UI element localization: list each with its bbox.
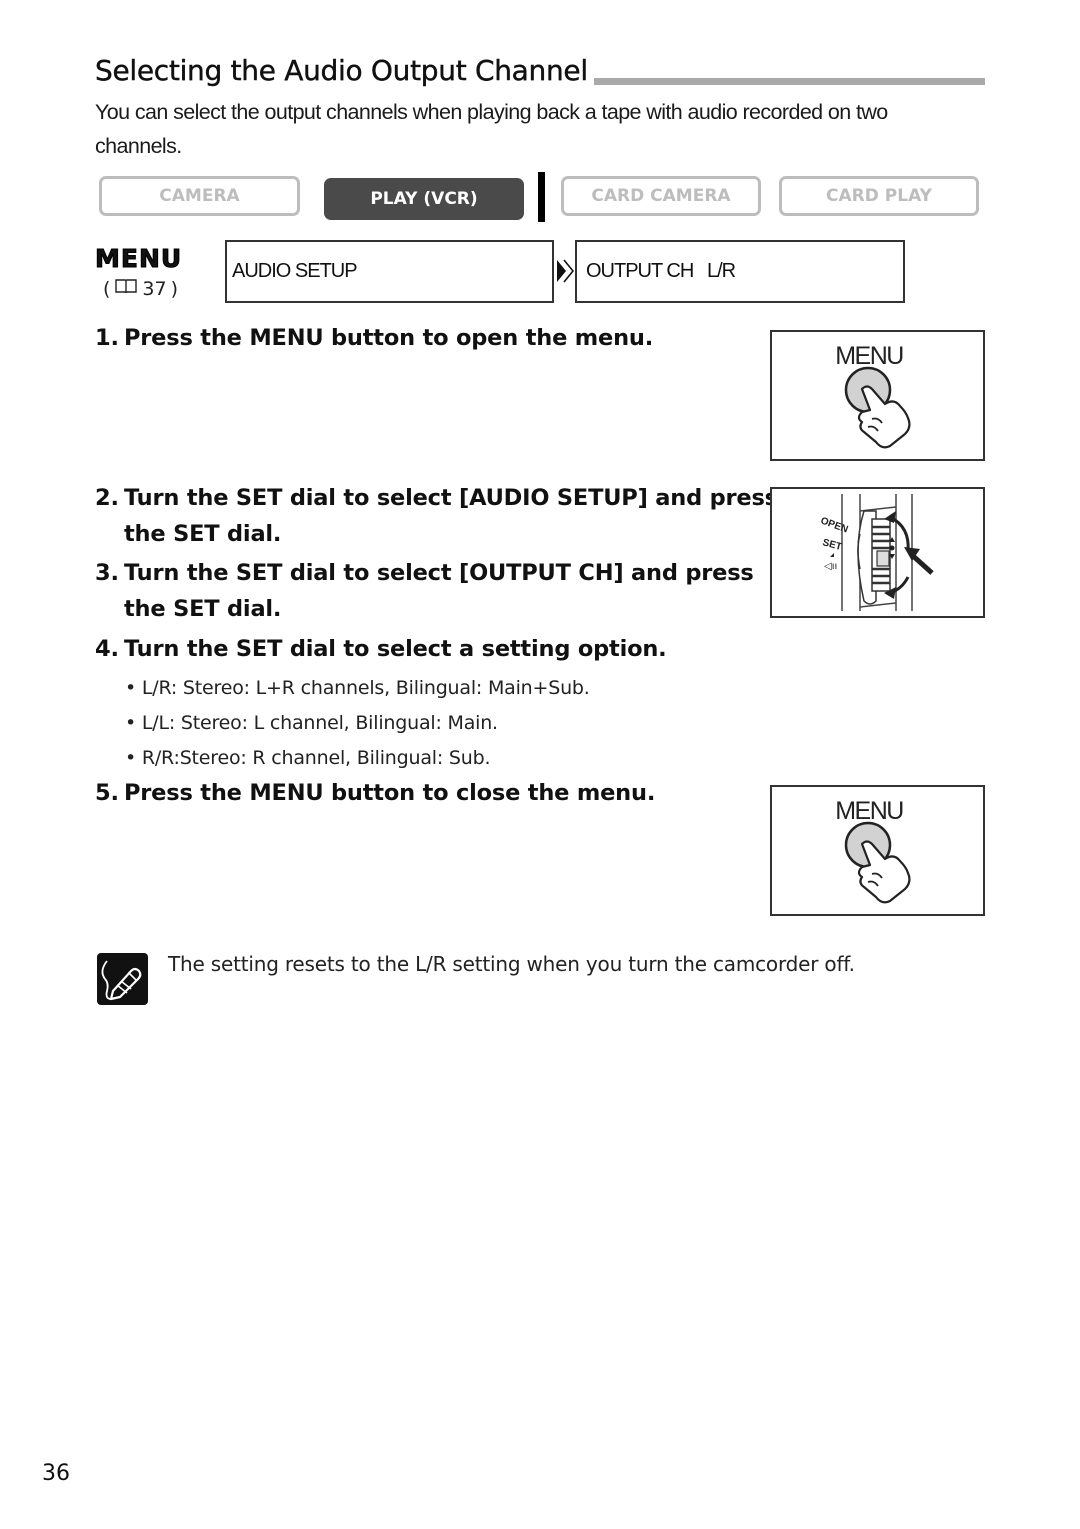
ref-page: 37 — [142, 277, 167, 300]
step-text: Turn the SET dial to select a setting op… — [124, 636, 667, 662]
step-2: 2. Turn the SET dial to select [AUDIO SET… — [95, 480, 778, 552]
page-title: Selecting the Audio Output Channel — [95, 52, 594, 90]
pencil-note-icon — [97, 953, 148, 1005]
step-number: 4. — [95, 636, 119, 662]
option-key: R/R: — [141, 747, 180, 769]
step-5: 5. Press the MENU button to close the men… — [95, 775, 655, 811]
mode-camera: CAMERA — [99, 176, 300, 216]
step-4: 4. Turn the SET dial to select a setting … — [95, 631, 667, 667]
volume-icon: ◁ıı — [824, 561, 837, 572]
menu-label: MENU — [94, 244, 183, 274]
step-text: Turn the SET dial to select [AUDIO SETUP… — [124, 485, 778, 511]
book-icon — [114, 277, 138, 300]
bullet-dot: • — [125, 677, 142, 699]
paren-close: ) — [170, 277, 179, 300]
step-3: 3. Turn the SET dial to select [OUTPUT CH… — [95, 555, 754, 627]
bullet-dot: • — [125, 712, 142, 734]
option-text: Stereo: R channel, Bilingual: Sub. — [179, 747, 491, 769]
mode-card-camera: CARD CAMERA — [561, 176, 761, 216]
menu-item-audio-setup: AUDIO SETUP — [225, 240, 554, 303]
option-rr: • R/R:Stereo: R channel, Bilingual: Sub. — [125, 746, 491, 770]
dial-label-set: SET — [821, 537, 843, 553]
menu-page-reference: ( 37 ) — [103, 277, 178, 300]
dial-label-open: OPEN — [819, 515, 849, 535]
step-text: Press the MENU button to close the menu. — [124, 780, 656, 806]
step-1: 1. Press the MENU button to open the menu… — [95, 320, 653, 356]
hand-pressing-button-icon: MENU — [835, 797, 911, 904]
step-text: Turn the SET dial to select [OUTPUT CH] … — [124, 560, 754, 586]
page-number: 36 — [42, 1461, 70, 1486]
set-dial-icon: OPEN SET ◁ıı — [819, 494, 934, 611]
step-text-cont: the SET dial. — [124, 596, 282, 622]
option-lr: • L/R: Stereo: L+R channels, Bilingual: … — [125, 676, 590, 700]
step-number: 3. — [95, 560, 119, 586]
option-text: Stereo: L channel, Bilingual: Main. — [180, 712, 498, 734]
step-number: 1. — [95, 325, 119, 351]
hand-pressing-button-icon: MENU — [835, 342, 911, 449]
option-key: L/L: — [141, 712, 176, 734]
intro-text: You can select the output channels when … — [95, 100, 888, 158]
illustration-set-dial: OPEN SET ◁ıı — [770, 487, 985, 618]
bullet-dot: • — [125, 747, 142, 769]
mode-separator — [538, 172, 545, 222]
mode-play-vcr: PLAY (VCR) — [324, 178, 524, 220]
menu-button-label: MENU — [835, 797, 903, 825]
option-key: L/R: — [141, 677, 178, 699]
option-ll: • L/L: Stereo: L channel, Bilingual: Mai… — [125, 711, 498, 735]
mode-card-play: CARD PLAY — [779, 176, 979, 216]
menu-item-output-ch: OUTPUT CH L/R — [575, 240, 905, 303]
step-number: 5. — [95, 780, 119, 806]
double-chevron-right-icon — [556, 259, 575, 283]
illustration-menu-button-close: MENU — [770, 785, 985, 916]
step-text: Press the MENU button to open the menu. — [124, 325, 654, 351]
step-number: 2. — [95, 485, 119, 511]
note-text: The setting resets to the L/R setting wh… — [168, 952, 855, 976]
menu-button-label: MENU — [835, 342, 903, 370]
step-text-cont: the SET dial. — [124, 521, 282, 547]
option-text: Stereo: L+R channels, Bilingual: Main+Su… — [182, 677, 590, 699]
illustration-menu-button-open: MENU — [770, 330, 985, 461]
paren-open: ( — [103, 277, 111, 300]
